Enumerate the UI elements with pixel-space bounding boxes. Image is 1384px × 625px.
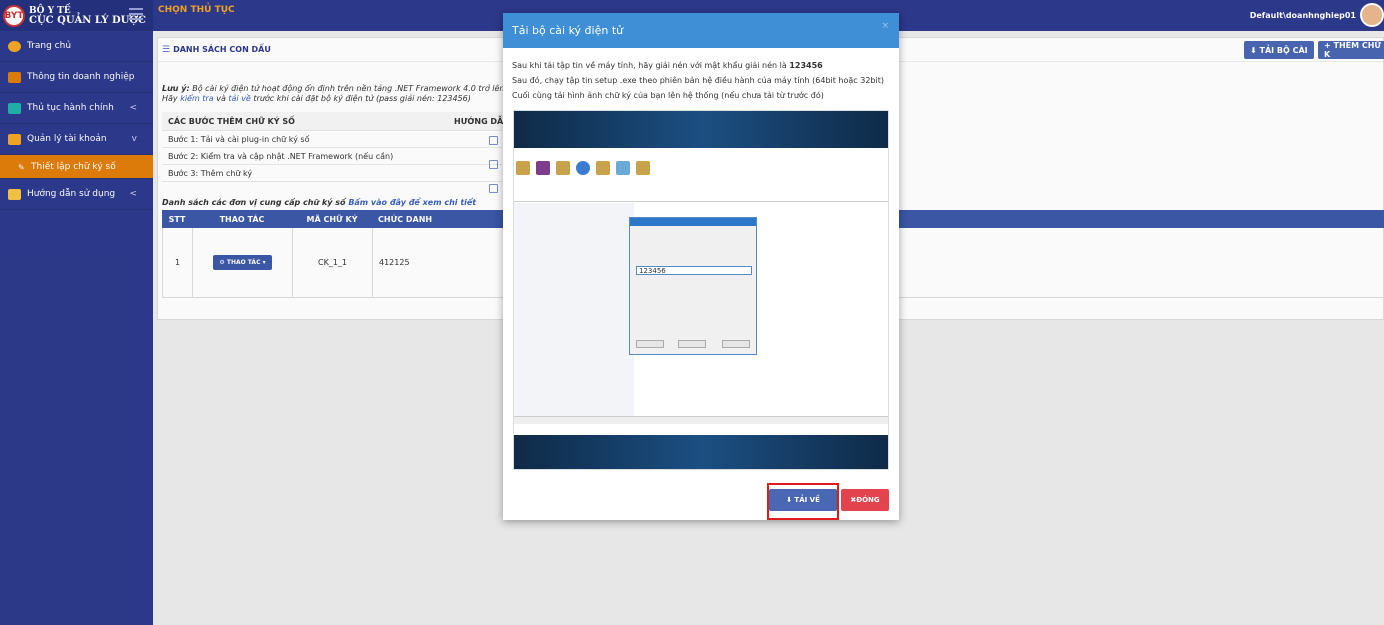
modal-header: Tải bộ cài ký điện tử × (503, 13, 899, 48)
screenshot-desktop-band (514, 111, 888, 148)
modal-instructions: Sau khi tải tập tin về máy tính, hãy giả… (503, 48, 899, 103)
instruction-line3: Cuối cùng tải hình ảnh chữ ký của bạn lê… (512, 91, 824, 100)
toolbar-icon (516, 161, 530, 175)
password-dialog-input: 123456 (636, 266, 752, 275)
screenshot-status-bar (514, 416, 888, 424)
screenshot-toolbar (516, 161, 650, 175)
close-icon[interactable]: × (881, 21, 889, 31)
unzip-password: 123456 (789, 61, 823, 70)
download-installer-modal: Tải bộ cài ký điện tử × Sau khi tải tập … (503, 13, 899, 520)
close-button[interactable]: ✖ĐÓNG (841, 489, 889, 511)
screenshot-menu (514, 151, 515, 156)
download-button[interactable]: ⬇ TẢI VỀ (769, 489, 837, 511)
modal-title: Tải bộ cài ký điện tử (512, 24, 624, 37)
screenshot-left-pane (514, 203, 634, 423)
toolbar-icon (636, 161, 650, 175)
toolbar-icon (556, 161, 570, 175)
screenshot-taskbar-band (514, 435, 888, 469)
modal-footer: ⬇ TẢI VỀ ✖ĐÓNG (503, 483, 899, 520)
toolbar-icon (596, 161, 610, 175)
screenshot-password-dialog: 123456 (629, 217, 757, 355)
toolbar-icon (576, 161, 590, 175)
instruction-line2: Sau đó, chạy tập tin setup .exe theo phi… (512, 76, 884, 85)
password-ok-button (636, 340, 664, 348)
toolbar-icon (616, 161, 630, 175)
password-help-button (722, 340, 750, 348)
password-cancel-button (678, 340, 706, 348)
instruction-line1: Sau khi tải tập tin về máy tính, hãy giả… (512, 61, 787, 70)
password-dialog-title (630, 218, 756, 226)
instruction-screenshot: 123456 (513, 110, 889, 470)
toolbar-icon (536, 161, 550, 175)
